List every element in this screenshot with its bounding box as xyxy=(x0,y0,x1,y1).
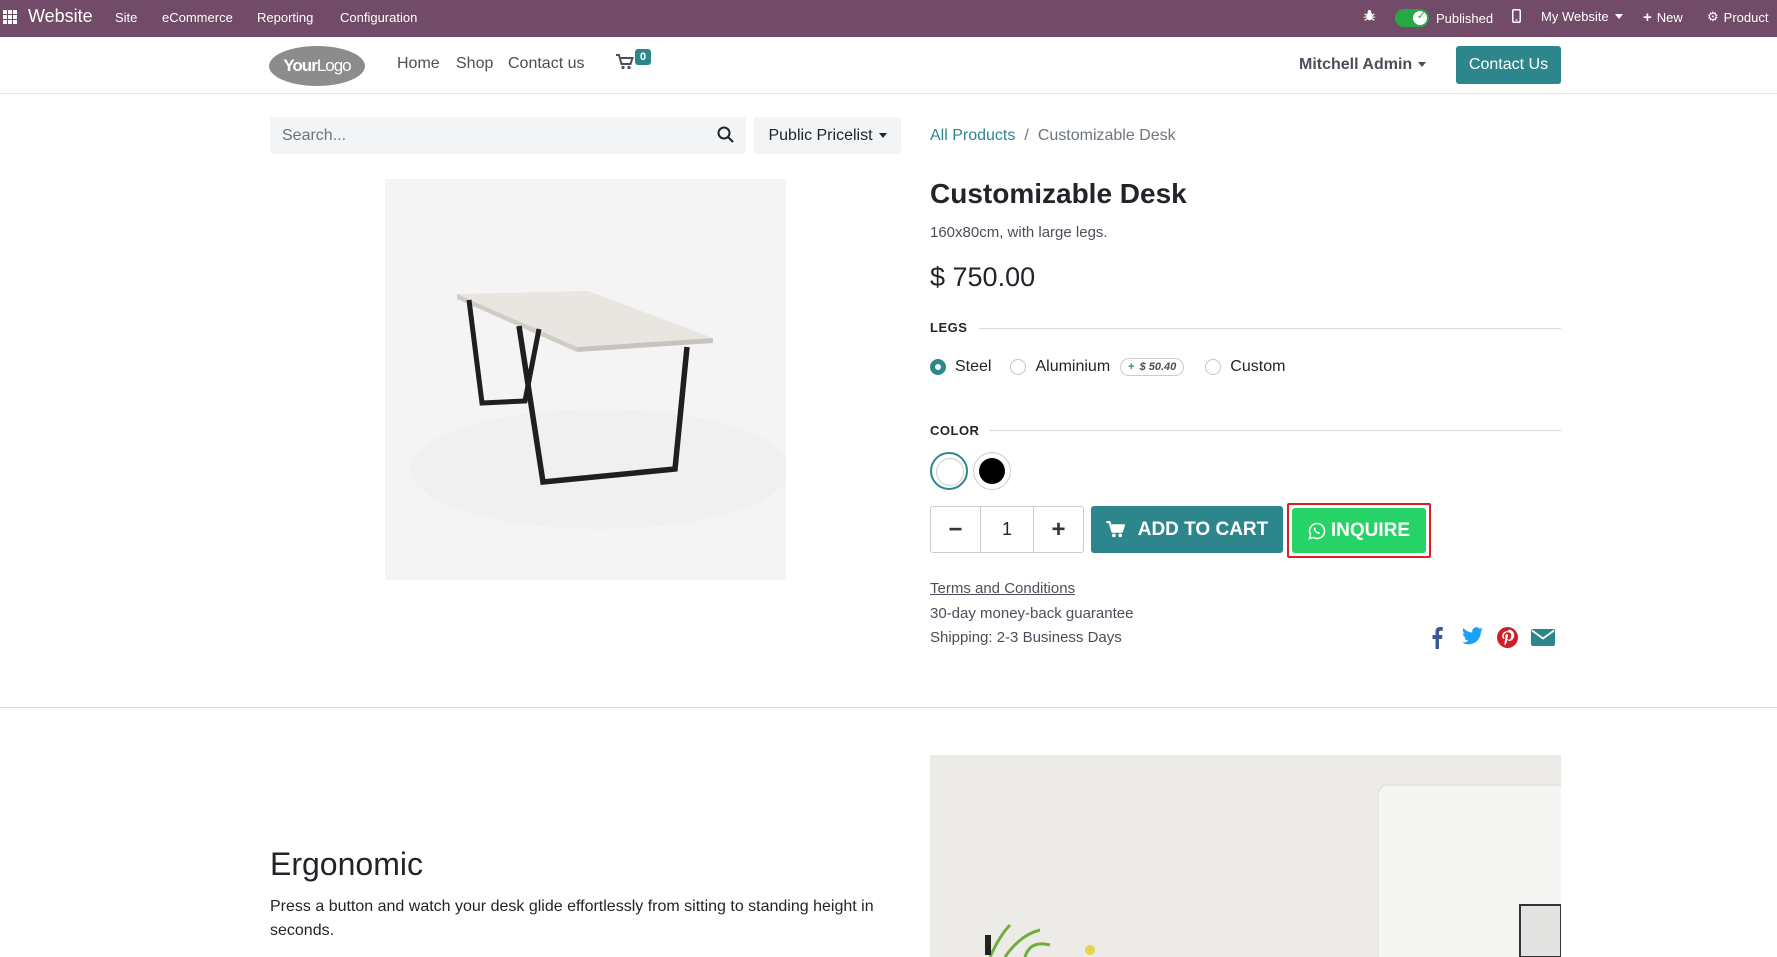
product-edit-button[interactable]: ⚙ Product xyxy=(1707,9,1768,25)
mobile-preview-icon[interactable] xyxy=(1512,9,1521,23)
nav-contact-us[interactable]: Contact us xyxy=(508,55,584,73)
price-extra-value: $ 50.40 xyxy=(1139,361,1177,373)
logo-text-bold: Your xyxy=(283,56,317,75)
price-extra-badge: + $ 50.40 xyxy=(1120,358,1185,376)
product-label: Product xyxy=(1723,9,1769,25)
guarantee-text: 30-day money-back guarantee xyxy=(930,605,1134,622)
pricelist-dropdown[interactable]: Public Pricelist xyxy=(754,117,901,154)
admin-bar: Website Site eCommerce Reporting Configu… xyxy=(0,0,1777,37)
whatsapp-icon xyxy=(1308,522,1326,540)
product-price: $ 750.00 xyxy=(930,262,1036,292)
website-switcher-label: My Website xyxy=(1541,9,1609,24)
search-icon[interactable] xyxy=(717,126,734,148)
user-menu[interactable]: Mitchell Admin xyxy=(1299,56,1427,74)
contact-us-button[interactable]: Contact Us xyxy=(1456,46,1561,84)
nav-shop[interactable]: Shop xyxy=(456,55,493,73)
menu-site[interactable]: Site xyxy=(115,10,137,25)
radio-aluminium[interactable] xyxy=(1010,359,1027,375)
plus-icon: + xyxy=(1128,361,1135,373)
section-title: Ergonomic xyxy=(270,846,423,882)
admin-app-title[interactable]: Website xyxy=(28,6,93,27)
menu-configuration[interactable]: Configuration xyxy=(340,10,417,25)
ergonomic-photo xyxy=(930,755,1561,957)
divider xyxy=(989,430,1561,431)
add-to-cart-button[interactable]: ADD TO CART xyxy=(1091,506,1283,553)
menu-ecommerce[interactable]: eCommerce xyxy=(162,10,233,25)
gear-icon: ⚙ xyxy=(1707,9,1719,24)
inquire-button[interactable]: INQUIRE xyxy=(1292,508,1426,553)
product-image[interactable] xyxy=(385,179,790,580)
legs-heading: LEGS xyxy=(930,320,968,335)
breadcrumb-separator: / xyxy=(1024,127,1029,144)
option-aluminium-label[interactable]: Aluminium xyxy=(1035,358,1110,376)
decrease-quantity-button[interactable]: − xyxy=(931,507,980,552)
inquire-label: INQUIRE xyxy=(1330,519,1411,541)
breadcrumb-current: Customizable Desk xyxy=(1037,127,1176,144)
published-label: Published xyxy=(1436,10,1494,26)
breadcrumb-all-products[interactable]: All Products xyxy=(930,127,1015,144)
shipping-text: Shipping: 2-3 Business Days xyxy=(930,629,1122,646)
legs-options: Steel Aluminium + $ 50.40 Custom xyxy=(930,358,1304,376)
cart-icon xyxy=(1106,521,1125,538)
cart-link[interactable]: 0 xyxy=(616,49,651,75)
new-button[interactable]: + New xyxy=(1643,9,1683,26)
product-search xyxy=(270,117,746,154)
radio-steel[interactable] xyxy=(930,359,946,375)
debug-icon[interactable] xyxy=(1363,9,1376,22)
chevron-down-icon xyxy=(878,133,887,138)
facebook-icon[interactable] xyxy=(1431,627,1443,654)
website-switcher[interactable]: My Website xyxy=(1541,9,1623,24)
radio-custom[interactable] xyxy=(1205,359,1222,375)
search-input[interactable] xyxy=(270,117,690,154)
breadcrumb: All Products / Customizable Desk xyxy=(930,127,1176,145)
option-custom-label[interactable]: Custom xyxy=(1230,358,1285,376)
option-steel-label[interactable]: Steel xyxy=(955,358,991,376)
divider xyxy=(979,328,1561,329)
user-name: Mitchell Admin xyxy=(1299,56,1413,73)
apps-menu-icon[interactable] xyxy=(3,10,17,24)
color-swatch-black[interactable] xyxy=(973,452,1011,490)
color-swatch-white[interactable] xyxy=(930,452,968,490)
cart-icon xyxy=(616,54,634,70)
section-divider xyxy=(0,707,1777,708)
cart-count-badge: 0 xyxy=(635,49,651,65)
site-header: Your Logo Home Shop Contact us 0 Mitchell… xyxy=(0,37,1777,94)
quantity-input[interactable]: 1 xyxy=(980,507,1034,552)
terms-link[interactable]: Terms and Conditions xyxy=(930,580,1075,597)
color-heading: COLOR xyxy=(930,423,980,438)
section-text: Press a button and watch your desk glide… xyxy=(270,898,874,939)
increase-quantity-button[interactable]: + xyxy=(1034,507,1083,552)
new-label: New xyxy=(1656,10,1683,25)
publish-toggle[interactable]: ✓ Published xyxy=(1395,9,1493,27)
plus-icon: + xyxy=(1643,9,1652,26)
product-description: 160x80cm, with large legs. xyxy=(930,224,1108,241)
pinterest-icon[interactable] xyxy=(1497,627,1518,653)
nav-home[interactable]: Home xyxy=(397,55,440,73)
add-to-cart-label: ADD TO CART xyxy=(1137,518,1269,540)
inquire-highlight: INQUIRE xyxy=(1287,503,1431,558)
twitter-icon[interactable] xyxy=(1462,627,1483,650)
site-logo[interactable]: Your Logo xyxy=(269,46,365,86)
menu-reporting[interactable]: Reporting xyxy=(257,10,313,25)
email-icon[interactable] xyxy=(1531,627,1555,652)
logo-text-light: Logo xyxy=(316,56,352,75)
chevron-down-icon xyxy=(1418,62,1427,68)
quantity-stepper: − 1 + xyxy=(930,506,1084,553)
toggle-switch[interactable]: ✓ xyxy=(1395,9,1429,27)
pricelist-label: Public Pricelist xyxy=(768,126,873,144)
product-title: Customizable Desk xyxy=(930,178,1187,209)
